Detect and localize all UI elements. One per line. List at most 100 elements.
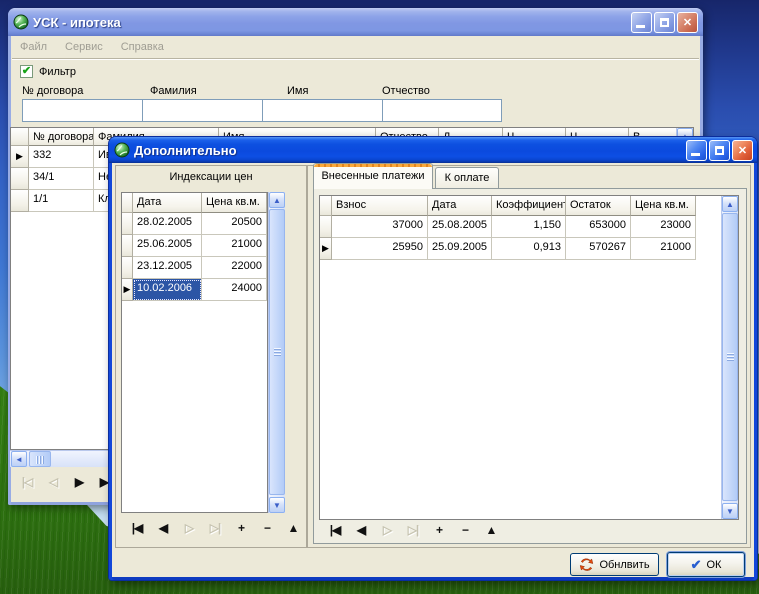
scroll-up-button[interactable]: ▲ xyxy=(722,196,738,212)
index-grid-vscrollbar[interactable]: ▲ ▼ xyxy=(268,192,285,513)
cell-installment[interactable]: 37000 xyxy=(332,216,428,238)
cell-remainder[interactable]: 570267 xyxy=(566,238,631,260)
nav-delete-button[interactable]: − xyxy=(254,521,280,535)
nav-next-button[interactable]: ▶ xyxy=(66,475,92,489)
payments-tab-page: Взнос Дата Коэффициент Остаток Цена кв.м… xyxy=(313,188,747,544)
menu-help[interactable]: Справка xyxy=(112,38,173,56)
col-installment[interactable]: Взнос xyxy=(332,196,428,216)
nav-insert-button[interactable]: + xyxy=(228,521,254,535)
scroll-left-button[interactable]: ◄ xyxy=(11,451,27,467)
nav-last-button[interactable]: ▷| xyxy=(400,523,426,537)
ok-button[interactable]: ✔ ОК xyxy=(667,552,745,577)
minimize-button[interactable] xyxy=(686,140,707,161)
cell-date-selected[interactable]: 10.02.2006 xyxy=(133,279,202,301)
maximize-button[interactable] xyxy=(709,140,730,161)
col-price[interactable]: Цена кв.м. xyxy=(202,193,267,213)
table-row[interactable]: 37000 25.08.2005 1,150 653000 23000 xyxy=(320,216,738,238)
col-remainder[interactable]: Остаток xyxy=(566,196,631,216)
scroll-down-button[interactable]: ▼ xyxy=(722,503,738,519)
scroll-down-icon: ▼ xyxy=(726,507,734,516)
maximize-button[interactable] xyxy=(654,12,675,33)
scroll-up-button[interactable]: ▲ xyxy=(269,192,285,208)
table-row[interactable]: 23.12.2005 22000 xyxy=(122,257,267,279)
filter-checkbox[interactable]: ✔ xyxy=(20,65,33,78)
dialog-titlebar[interactable]: Дополнительно ✕ xyxy=(109,137,757,163)
payments-grid-vscrollbar[interactable]: ▲ ▼ xyxy=(721,196,738,519)
table-row[interactable]: 25.06.2005 21000 xyxy=(122,235,267,257)
cell-price[interactable]: 23000 xyxy=(631,216,696,238)
cell-price[interactable]: 24000 xyxy=(202,279,267,301)
table-row-selected[interactable]: ▶ 10.02.2006 24000 xyxy=(122,279,267,301)
nav-first-button[interactable]: |◁ xyxy=(14,475,40,489)
active-row-icon: ▶ xyxy=(322,243,329,254)
tab-to-pay-label: К оплате xyxy=(445,172,490,184)
nav-delete-button[interactable]: − xyxy=(452,523,478,537)
dialog-title: Дополнительно xyxy=(134,143,237,158)
scroll-up-icon: ▲ xyxy=(726,200,734,209)
cell-price[interactable]: 22000 xyxy=(202,257,267,279)
close-button[interactable]: ✕ xyxy=(677,12,698,33)
index-grid[interactable]: Дата Цена кв.м. 28.02.2005 20500 25.06.2… xyxy=(121,192,268,513)
surname-input[interactable] xyxy=(142,99,263,122)
menu-separator xyxy=(12,58,699,60)
cell-price[interactable]: 21000 xyxy=(631,238,696,260)
nav-edit-button[interactable]: ▲ xyxy=(478,523,504,537)
col-coefficient[interactable]: Коэффициент xyxy=(492,196,566,216)
cell-coefficient[interactable]: 1,150 xyxy=(492,216,566,238)
scroll-down-icon: ▼ xyxy=(273,501,281,510)
cell-date[interactable]: 25.06.2005 xyxy=(133,235,202,257)
close-icon: ✕ xyxy=(683,16,692,29)
patronymic-input[interactable] xyxy=(382,99,502,122)
col-date[interactable]: Дата xyxy=(428,196,492,216)
nav-last-button[interactable]: ▷| xyxy=(202,521,228,535)
cell-price[interactable]: 20500 xyxy=(202,213,267,235)
refresh-button[interactable]: Обнлвить xyxy=(570,553,659,576)
minimize-button[interactable] xyxy=(631,12,652,33)
vscroll-thumb[interactable] xyxy=(722,213,738,501)
cell-contract[interactable]: 1/1 xyxy=(29,190,94,212)
vscroll-thumb[interactable] xyxy=(269,209,285,495)
cell-date[interactable]: 28.02.2005 xyxy=(133,213,202,235)
close-button[interactable]: ✕ xyxy=(732,140,753,161)
nav-first-button[interactable]: |◀ xyxy=(322,523,348,537)
cell-date[interactable]: 25.09.2005 xyxy=(428,238,492,260)
table-row[interactable]: 28.02.2005 20500 xyxy=(122,213,267,235)
menu-service[interactable]: Сервис xyxy=(56,38,112,56)
refresh-icon xyxy=(579,557,594,572)
cell-coefficient[interactable]: 0,913 xyxy=(492,238,566,260)
table-row-active[interactable]: ▶ 25950 25.09.2005 0,913 570267 21000 xyxy=(320,238,738,260)
nav-next-button[interactable]: ▷ xyxy=(176,521,202,535)
firstname-input[interactable] xyxy=(262,99,383,122)
nav-first-button[interactable]: |◀ xyxy=(124,521,150,535)
cell-installment[interactable]: 25950 xyxy=(332,238,428,260)
col-price[interactable]: Цена кв.м. xyxy=(631,196,696,216)
label-contract-no: № договора xyxy=(22,85,83,97)
nav-next-button[interactable]: ▷ xyxy=(374,523,400,537)
payments-grid[interactable]: Взнос Дата Коэффициент Остаток Цена кв.м… xyxy=(319,195,739,520)
main-window-title: УСК - ипотека xyxy=(33,15,121,30)
hscroll-thumb[interactable] xyxy=(29,451,51,467)
cell-date[interactable]: 23.12.2005 xyxy=(133,257,202,279)
cell-contract[interactable]: 332 xyxy=(29,146,94,168)
nav-prior-button[interactable]: ◀ xyxy=(348,523,374,537)
minimize-icon xyxy=(636,25,645,28)
tab-payments[interactable]: Внесенные платежи xyxy=(313,163,433,189)
nav-edit-button[interactable]: ▲ xyxy=(280,521,306,535)
desktop: УСК - ипотека ✕ Файл Сервис Справка ✔ Фи… xyxy=(0,0,759,594)
maximize-icon xyxy=(660,18,669,27)
scroll-down-button[interactable]: ▼ xyxy=(269,497,285,513)
col-contract[interactable]: № договора xyxy=(29,128,94,146)
active-row-icon: ▶ xyxy=(16,151,23,162)
tab-to-pay[interactable]: К оплате xyxy=(435,167,499,189)
cell-price[interactable]: 21000 xyxy=(202,235,267,257)
nav-prior-button[interactable]: ◀ xyxy=(150,521,176,535)
nav-insert-button[interactable]: + xyxy=(426,523,452,537)
main-titlebar[interactable]: УСК - ипотека ✕ xyxy=(8,8,703,36)
nav-prior-button[interactable]: ◁ xyxy=(40,475,66,489)
contract-no-input[interactable] xyxy=(22,99,143,122)
cell-remainder[interactable]: 653000 xyxy=(566,216,631,238)
cell-date[interactable]: 25.08.2005 xyxy=(428,216,492,238)
col-date[interactable]: Дата xyxy=(133,193,202,213)
cell-contract[interactable]: 34/1 xyxy=(29,168,94,190)
menu-file[interactable]: Файл xyxy=(11,38,56,56)
